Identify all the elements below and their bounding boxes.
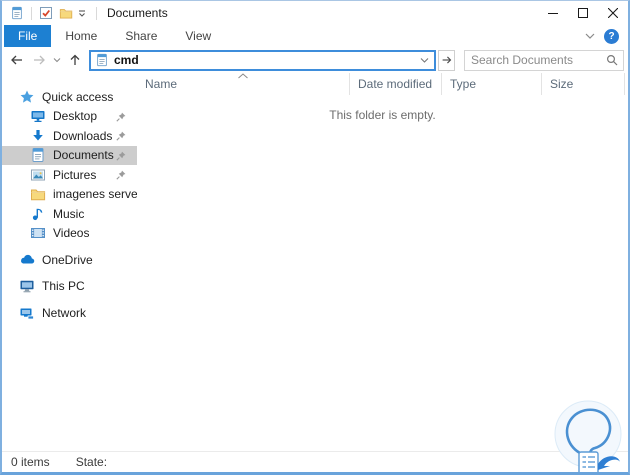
empty-folder-message: This folder is empty. — [329, 108, 436, 122]
help-icon[interactable]: ? — [604, 28, 619, 44]
sidebar-item-this-pc[interactable]: This PC — [2, 277, 137, 297]
recent-locations-chevron-icon[interactable] — [50, 49, 64, 71]
state-label: State: — [75, 455, 108, 469]
explorer-document-icon — [9, 4, 25, 22]
column-header-type[interactable]: Type — [442, 73, 542, 95]
navigation-pane: Quick access Desktop Downloads Documents… — [2, 73, 137, 451]
explorer-window: Documents File Home Share View ? cmd Sea… — [0, 0, 630, 475]
expand-ribbon-chevron-icon[interactable] — [585, 29, 595, 43]
folder-icon — [30, 186, 46, 202]
sort-ascending-icon — [238, 73, 248, 79]
search-icon[interactable] — [605, 53, 619, 67]
properties-checkbox-icon[interactable] — [38, 4, 54, 22]
sidebar-item-pictures[interactable]: Pictures — [2, 165, 137, 185]
ribbon-tab-bar: File Home Share View ? — [2, 25, 628, 47]
search-box[interactable] — [464, 49, 624, 71]
items-count: 0 items — [11, 455, 50, 469]
go-button[interactable] — [438, 49, 455, 71]
pin-icon — [115, 150, 127, 162]
column-header-date-modified[interactable]: Date modified — [350, 73, 442, 95]
document-icon — [30, 147, 46, 163]
sidebar-item-downloads[interactable]: Downloads — [2, 126, 137, 146]
caption-buttons — [538, 1, 628, 25]
tab-view[interactable]: View — [171, 25, 225, 47]
search-input[interactable] — [471, 53, 605, 67]
pin-icon — [115, 169, 127, 181]
address-bar[interactable] — [89, 49, 436, 71]
pictures-icon — [30, 167, 46, 183]
navigation-bar — [2, 47, 628, 73]
forward-button[interactable] — [28, 49, 50, 71]
sidebar-item-network[interactable]: Network — [2, 303, 137, 323]
tab-file[interactable]: File — [4, 25, 52, 47]
sidebar-item-onedrive[interactable]: OneDrive — [2, 250, 137, 270]
title-bar: Documents — [2, 1, 628, 25]
sidebar-item-videos[interactable]: Videos — [2, 224, 137, 244]
separator — [31, 6, 32, 20]
tab-share[interactable]: Share — [111, 25, 171, 47]
videos-icon — [30, 225, 46, 241]
network-icon — [19, 305, 35, 321]
address-dropdown-chevron-icon[interactable] — [416, 52, 432, 69]
this-pc-icon — [19, 278, 35, 294]
download-icon — [30, 128, 46, 144]
close-button[interactable] — [598, 1, 628, 25]
onedrive-icon — [19, 252, 35, 268]
minimize-button[interactable] — [538, 1, 568, 25]
window-title: Documents — [107, 6, 168, 20]
pin-icon — [115, 111, 127, 123]
sidebar-item-imagenes-server[interactable]: imagenes server 201 — [2, 185, 137, 205]
new-folder-icon[interactable] — [58, 4, 74, 22]
back-button[interactable] — [6, 49, 28, 71]
column-headers: Name Date modified Type Size — [137, 73, 628, 95]
customize-toolbar-chevron-icon[interactable] — [74, 4, 90, 22]
address-input[interactable] — [114, 53, 416, 67]
maximize-button[interactable] — [568, 1, 598, 25]
content-area: Quick access Desktop Downloads Documents… — [2, 73, 628, 451]
address-location-icon — [95, 53, 109, 67]
file-list-area: Name Date modified Type Size This folder… — [137, 73, 628, 451]
sidebar-item-documents[interactable]: Documents — [2, 145, 137, 165]
pin-icon — [115, 130, 127, 142]
star-icon — [19, 89, 35, 105]
sidebar-item-quick-access[interactable]: Quick access — [2, 87, 137, 107]
music-icon — [30, 206, 46, 222]
tab-home[interactable]: Home — [51, 25, 111, 47]
quick-access-toolbar — [9, 4, 103, 22]
separator — [96, 6, 97, 20]
up-button[interactable] — [64, 49, 86, 71]
status-bar: 0 items State: — [2, 451, 628, 472]
column-header-size[interactable]: Size — [542, 73, 625, 95]
desktop-icon — [30, 108, 46, 124]
sidebar-item-music[interactable]: Music — [2, 204, 137, 224]
column-header-name[interactable]: Name — [137, 73, 350, 95]
sidebar-item-desktop[interactable]: Desktop — [2, 107, 137, 127]
